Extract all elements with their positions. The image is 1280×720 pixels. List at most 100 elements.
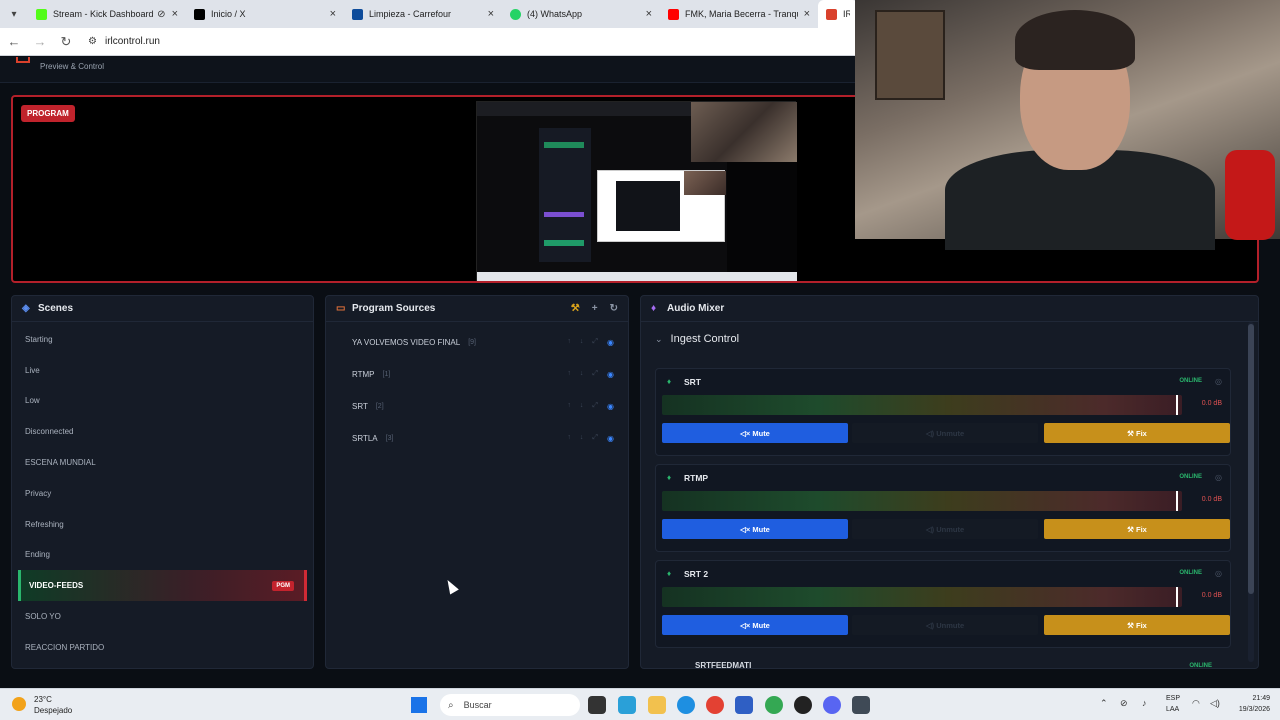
transform-icon[interactable]: ⤢ bbox=[592, 434, 598, 443]
mute-button[interactable]: ◁× Mute bbox=[662, 615, 848, 635]
app-icon[interactable] bbox=[618, 696, 636, 714]
back-icon[interactable]: ← bbox=[2, 30, 26, 54]
unmute-button[interactable]: ◁) Unmute bbox=[852, 423, 1038, 443]
edge-icon[interactable] bbox=[677, 696, 695, 714]
volume-meter[interactable] bbox=[662, 491, 1182, 511]
move-up-icon[interactable]: ↑ bbox=[567, 402, 571, 411]
tab-whatsapp[interactable]: (4) WhatsApp × bbox=[502, 0, 660, 28]
close-tab-icon[interactable]: × bbox=[804, 8, 810, 20]
fix-label: Fix bbox=[1135, 428, 1147, 438]
visibility-icon[interactable]: ◉ bbox=[607, 370, 614, 379]
refresh-icon[interactable]: ↻ bbox=[610, 303, 618, 314]
scene-item[interactable]: SOLO YO bbox=[12, 601, 313, 632]
reload-icon[interactable]: ↻ bbox=[54, 30, 78, 54]
obs-icon[interactable] bbox=[794, 696, 812, 714]
scene-item[interactable]: Starting bbox=[12, 324, 313, 355]
transform-icon[interactable]: ⤢ bbox=[592, 370, 598, 379]
taskbar-search[interactable]: ⌕ Buscar bbox=[440, 694, 580, 716]
wrench-icon: ⚒ bbox=[1127, 620, 1136, 630]
tab-carrefour[interactable]: Limpieza - Carrefour × bbox=[344, 0, 502, 28]
calculator-icon[interactable] bbox=[852, 696, 870, 714]
visibility-icon[interactable]: ◎ bbox=[1215, 473, 1222, 482]
discord-icon[interactable] bbox=[823, 696, 841, 714]
source-item[interactable]: SRT [2] ↑ ↓ ⤢ ◉ bbox=[326, 390, 628, 422]
network-off-icon[interactable]: ⊘ bbox=[1120, 698, 1128, 709]
visibility-icon[interactable]: ◉ bbox=[607, 402, 614, 411]
tab-x[interactable]: Inicio / X × bbox=[186, 0, 344, 28]
volume-handle[interactable] bbox=[1176, 587, 1178, 607]
weather-sun-icon[interactable] bbox=[12, 697, 26, 711]
transform-icon[interactable]: ⤢ bbox=[592, 402, 598, 411]
scene-item[interactable]: ESCENA MUNDIAL bbox=[12, 447, 313, 478]
clock-date[interactable]: 19/3/2026 bbox=[1239, 706, 1270, 713]
move-down-icon[interactable]: ↓ bbox=[580, 434, 584, 443]
visibility-icon[interactable]: ◉ bbox=[607, 434, 614, 443]
move-down-icon[interactable]: ↓ bbox=[580, 402, 584, 411]
tab-kick[interactable]: Stream - Kick Dashboard ⊘ × bbox=[28, 0, 186, 28]
move-down-icon[interactable]: ↓ bbox=[580, 338, 584, 347]
chrome-icon[interactable] bbox=[706, 696, 724, 714]
mixer-scrollbar[interactable] bbox=[1248, 322, 1254, 662]
close-tab-icon[interactable]: × bbox=[172, 8, 178, 20]
weather-description[interactable]: Despejado bbox=[34, 706, 72, 715]
visibility-icon[interactable]: ◉ bbox=[607, 338, 614, 347]
volume-handle[interactable] bbox=[1176, 491, 1178, 511]
store-icon[interactable] bbox=[735, 696, 753, 714]
visibility-icon[interactable]: ◎ bbox=[1215, 569, 1222, 578]
fix-button[interactable]: ⚒ Fix bbox=[1044, 519, 1230, 539]
ingest-control-toggle[interactable]: ⌄ Ingest Control bbox=[641, 324, 1258, 354]
scene-item[interactable]: Disconnected bbox=[12, 416, 313, 447]
task-view-icon[interactable] bbox=[588, 696, 606, 714]
tab-youtube[interactable]: FMK, Maria Becerra - Tranquila × bbox=[660, 0, 818, 28]
volume-handle[interactable] bbox=[1176, 395, 1178, 415]
mute-button[interactable]: ◁× Mute bbox=[662, 519, 848, 539]
scene-item[interactable]: REACCION PARTIDO bbox=[12, 632, 313, 663]
volume-db: 0.0 dB bbox=[1201, 400, 1222, 407]
source-item[interactable]: RTMP [1] ↑ ↓ ⤢ ◉ bbox=[326, 358, 628, 390]
move-up-icon[interactable]: ↑ bbox=[567, 370, 571, 379]
keyboard-language[interactable]: ESP bbox=[1166, 695, 1180, 702]
close-tab-icon[interactable]: × bbox=[330, 8, 336, 20]
source-item[interactable]: SRTLA [3] ↑ ↓ ⤢ ◉ bbox=[326, 422, 628, 454]
move-up-icon[interactable]: ↑ bbox=[567, 338, 571, 347]
scene-item[interactable]: Live bbox=[12, 355, 313, 386]
move-down-icon[interactable]: ↓ bbox=[580, 370, 584, 379]
clock-time[interactable]: 21:49 bbox=[1252, 695, 1270, 702]
wifi-icon[interactable]: ◠ bbox=[1192, 698, 1200, 709]
scene-item[interactable]: Ending bbox=[12, 540, 313, 571]
wrench-icon[interactable]: ⚒ bbox=[571, 303, 580, 314]
scene-item-active[interactable]: VIDEO-FEEDS PGM bbox=[18, 570, 307, 602]
transform-icon[interactable]: ⤢ bbox=[592, 338, 598, 347]
unmute-button[interactable]: ◁) Unmute bbox=[852, 615, 1038, 635]
visibility-icon[interactable]: ◎ bbox=[1215, 377, 1222, 386]
close-tab-icon[interactable]: × bbox=[646, 8, 652, 20]
forward-icon[interactable]: → bbox=[28, 30, 52, 54]
muted-tab-icon[interactable]: ⊘ bbox=[157, 9, 165, 20]
scrollbar-thumb[interactable] bbox=[1248, 324, 1254, 594]
tray-chevron-up-icon[interactable]: ⌃ bbox=[1100, 698, 1108, 709]
tab-search-chevron-icon[interactable]: ▾ bbox=[0, 0, 28, 28]
close-tab-icon[interactable]: × bbox=[488, 8, 494, 20]
volume-icon[interactable]: ◁) bbox=[1210, 698, 1220, 709]
windows-start-icon[interactable] bbox=[411, 697, 427, 713]
fix-button[interactable]: ⚒ Fix bbox=[1044, 423, 1230, 443]
keyboard-layout[interactable]: LAA bbox=[1166, 706, 1179, 713]
weather-temperature[interactable]: 23°C bbox=[34, 695, 52, 704]
unmute-button[interactable]: ◁) Unmute bbox=[852, 519, 1038, 539]
tab-irl-control[interactable]: IRL C bbox=[818, 0, 858, 28]
move-up-icon[interactable]: ↑ bbox=[567, 434, 571, 443]
scene-item[interactable]: Privacy bbox=[12, 478, 313, 509]
scene-item[interactable]: Low bbox=[12, 386, 313, 417]
mute-button[interactable]: ◁× Mute bbox=[662, 423, 848, 443]
chrome-profile-icon[interactable] bbox=[765, 696, 783, 714]
fix-button[interactable]: ⚒ Fix bbox=[1044, 615, 1230, 635]
source-item[interactable]: YA VOLVEMOS VIDEO FINAL [9] ↑ ↓ ⤢ ◉ bbox=[326, 326, 628, 358]
url-field[interactable]: ⚙ irlcontrol.run bbox=[82, 31, 160, 53]
scene-item[interactable]: Refreshing bbox=[12, 509, 313, 540]
volume-meter[interactable] bbox=[662, 395, 1182, 415]
microphone-tray-icon[interactable]: ♪ bbox=[1142, 698, 1147, 708]
file-explorer-icon[interactable] bbox=[648, 696, 666, 714]
site-info-icon[interactable]: ⚙ bbox=[88, 36, 97, 47]
add-icon[interactable]: + bbox=[592, 303, 598, 314]
volume-meter[interactable] bbox=[662, 587, 1182, 607]
